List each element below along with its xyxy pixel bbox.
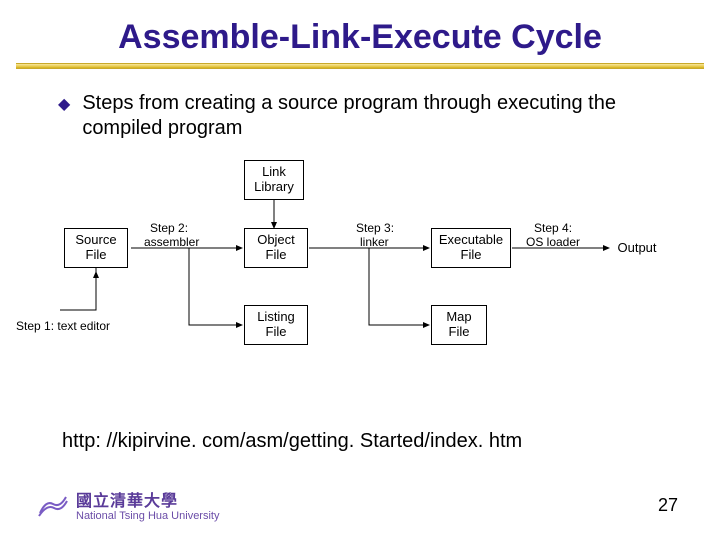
title-underline [16,63,704,69]
box-source-file: SourceFile [64,228,128,268]
slide-title: Assemble-Link-Execute Cycle [0,0,720,63]
label-step4b: OS loader [526,236,580,249]
diagram-arrows [64,160,664,390]
logo-text-cn: 國立清華大學 [76,487,219,511]
university-logo: 國立清華大學 National Tsing Hua University [36,488,226,522]
label-step3a: Step 3: [356,222,394,235]
label-step3b: linker [360,236,389,249]
logo-icon [36,490,70,520]
flow-diagram: SourceFile LinkLibrary ObjectFile Listin… [64,160,664,390]
bullet-text: Steps from creating a source program thr… [82,91,672,141]
logo-text-en: National Tsing Hua University [76,511,219,523]
box-link-library: LinkLibrary [244,160,304,200]
box-output: Output [611,236,663,260]
label-step2a: Step 2: [150,222,188,235]
box-map-file: MapFile [431,305,487,345]
label-step1: Step 1: text editor [16,320,110,333]
bullet-icon: ◆ [58,95,70,115]
label-step4a: Step 4: [534,222,572,235]
box-executable-file: ExecutableFile [431,228,511,268]
reference-url: http: //kipirvine. com/asm/getting. Star… [62,430,522,453]
page-number: 27 [658,495,678,516]
label-step2b: assembler [144,236,199,249]
box-object-file: ObjectFile [244,228,308,268]
bullet-item: ◆ Steps from creating a source program t… [58,91,672,141]
box-listing-file: ListingFile [244,305,308,345]
